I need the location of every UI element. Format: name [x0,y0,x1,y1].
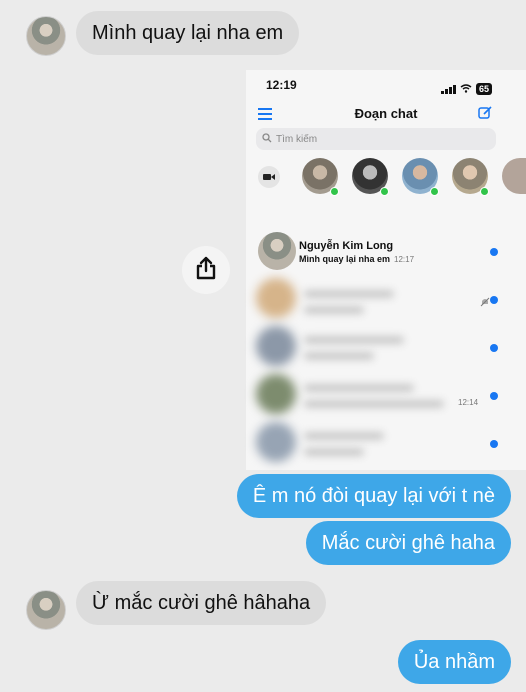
online-indicator [380,187,389,196]
share-icon [195,256,217,285]
online-indicator [430,187,439,196]
search-icon [262,130,272,148]
blurred-text [304,306,364,314]
blurred-text [304,352,374,360]
blurred-text [304,448,364,456]
online-indicator [480,187,489,196]
unread-dot [490,344,498,352]
create-room-button[interactable] [258,166,280,188]
wifi-icon [460,80,472,98]
blurred-avatar [256,278,296,318]
search-placeholder: Tìm kiếm [276,133,318,145]
blurred-avatar [256,374,296,414]
avatar-bottom[interactable] [26,590,66,630]
blurred-avatar [256,422,296,462]
phone-screenshot: 12:19 65 Đoạn chat Tìm kiếm Nguyễn Kim L… [246,70,526,470]
online-indicator [330,187,339,196]
chat-name[interactable]: Nguyễn Kim Long [299,240,393,252]
blurred-text [304,400,444,408]
chat-time: 12:17 [394,255,415,264]
status-icons: 65 [440,80,492,98]
chat-last-message: Mình quay lại nha em [299,254,391,264]
avatar-top[interactable] [26,16,66,56]
blurred-avatar [256,326,296,366]
share-button[interactable] [182,246,230,294]
battery-indicator: 65 [475,83,492,95]
message-outgoing-1: Ê m nó đòi quay lại với t nè [236,474,511,518]
blurred-text [304,432,384,440]
signal-icon [440,84,456,94]
chat-avatar[interactable] [258,232,296,270]
blurred-text [304,336,404,344]
message-outgoing-3: Ủa nhầm [397,640,511,684]
edit-icon[interactable] [478,106,492,125]
unread-dot [490,440,498,448]
story-avatar[interactable] [502,158,526,194]
video-camera-icon [263,168,275,186]
mute-icon [480,294,490,312]
search-input[interactable]: Tìm kiếm [256,128,496,150]
blurred-text [304,290,394,298]
blurred-text [304,384,414,392]
message-incoming-1: Mình quay lại nha em [76,11,300,55]
message-incoming-2: Ừ mắc cười ghê hâhaha [76,581,327,625]
message-outgoing-2: Mắc cười ghê haha [305,521,511,565]
unread-dot [490,392,498,400]
status-time: 12:19 [266,78,297,92]
chat-time-blurred: 12:14 [458,398,479,407]
unread-dot [490,248,498,256]
unread-dot [490,296,498,304]
